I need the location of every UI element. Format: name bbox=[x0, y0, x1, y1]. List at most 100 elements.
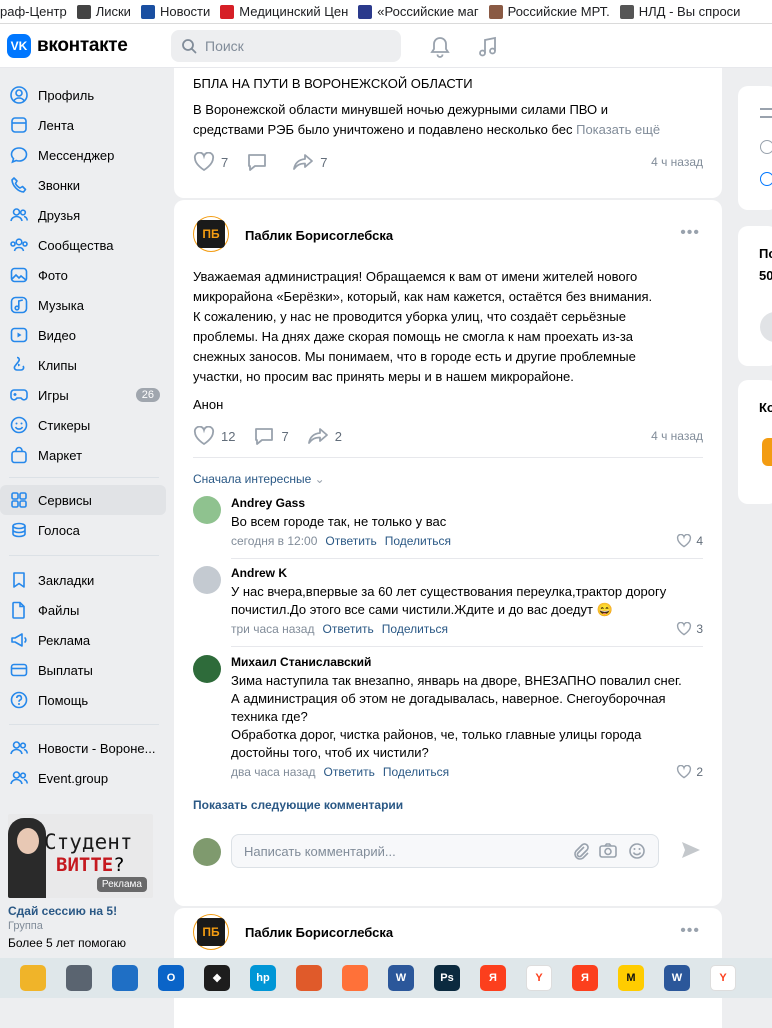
yandex-icon[interactable]: Я bbox=[480, 965, 506, 991]
bookmark-item[interactable]: НЛД - Вы спроси bbox=[620, 4, 741, 19]
bookmark-item[interactable]: раф-Центр bbox=[0, 4, 67, 19]
sidebar-item[interactable]: Сообщества bbox=[0, 230, 166, 260]
hp-icon[interactable]: hp bbox=[250, 965, 276, 991]
music-note-icon[interactable] bbox=[478, 36, 498, 58]
dropbox-icon[interactable]: ❖ bbox=[204, 965, 230, 991]
sidebar-item[interactable]: Новости - Вороне... bbox=[0, 733, 166, 763]
share-comment-button[interactable]: Поделиться bbox=[382, 622, 448, 636]
bookmark-item[interactable]: Новости bbox=[141, 4, 210, 19]
sidebar-item[interactable]: Голоса bbox=[0, 515, 166, 545]
post-author[interactable]: Паблик Борисоглебска bbox=[245, 925, 393, 940]
reply-button[interactable]: Ответить bbox=[322, 622, 373, 636]
file-explorer-icon[interactable] bbox=[20, 965, 46, 991]
search-input[interactable]: Поиск bbox=[171, 30, 401, 62]
comment-like-button[interactable]: 3 bbox=[676, 622, 703, 636]
sidebar-item[interactable]: Выплаты bbox=[0, 655, 166, 685]
emoji-icon[interactable] bbox=[628, 842, 646, 863]
sidebar-item[interactable]: Музыка bbox=[0, 290, 166, 320]
sidebar-item[interactable]: Стикеры bbox=[0, 410, 166, 440]
store-icon[interactable] bbox=[112, 965, 138, 991]
bookmark-item[interactable]: Российские МРТ. bbox=[489, 4, 610, 19]
comment-author[interactable]: Andrew K bbox=[231, 566, 287, 580]
show-more-link[interactable]: Показать ещё bbox=[576, 122, 660, 137]
sidebar-item[interactable]: Звонки bbox=[0, 170, 166, 200]
bell-icon[interactable] bbox=[430, 36, 450, 58]
ad-image[interactable]: Студент ВИТТЕ? Реклама bbox=[8, 814, 153, 898]
send-icon[interactable] bbox=[680, 840, 702, 865]
globe-icon[interactable] bbox=[760, 140, 772, 154]
yandex-browser-icon[interactable]: Y bbox=[710, 965, 736, 991]
comment-time[interactable]: три часа назад bbox=[231, 622, 314, 636]
firefox-icon[interactable] bbox=[342, 965, 368, 991]
outlook-icon[interactable]: O bbox=[158, 965, 184, 991]
attach-icon[interactable] bbox=[572, 842, 590, 863]
sidebar-item-label: Стикеры bbox=[38, 418, 90, 433]
comment-time[interactable]: два часа назад bbox=[231, 765, 316, 779]
info-icon[interactable] bbox=[760, 172, 772, 186]
bookmark-item[interactable]: Медицинский Цен bbox=[220, 4, 348, 19]
vk-logo[interactable]: VK вконтакте bbox=[7, 34, 128, 58]
post-author[interactable]: Паблик Борисоглебска bbox=[245, 228, 393, 243]
sidebar-item[interactable]: Друзья bbox=[0, 200, 166, 230]
sidebar-item[interactable]: Реклама bbox=[0, 625, 166, 655]
yandex-icon[interactable]: Я bbox=[572, 965, 598, 991]
sidebar-ad[interactable]: Студент ВИТТЕ? Реклама Сдай сессию на 5!… bbox=[8, 814, 154, 950]
like-button[interactable]: 7 bbox=[193, 152, 228, 172]
sidebar-item[interactable]: Профиль bbox=[0, 80, 166, 110]
comment-like-button[interactable]: 2 bbox=[676, 765, 703, 779]
sidebar-item[interactable]: Видео bbox=[0, 320, 166, 350]
calculator-icon[interactable] bbox=[66, 965, 92, 991]
logo-text: вконтакте bbox=[37, 35, 128, 57]
sidebar-item[interactable]: Игры26 bbox=[0, 380, 166, 410]
comments-sort-dropdown[interactable]: Сначала интересные ⌄ bbox=[193, 472, 325, 486]
share-comment-button[interactable]: Поделиться bbox=[383, 765, 449, 779]
comment-author[interactable]: Михаил Станиславский bbox=[231, 655, 371, 669]
yandex-market-icon[interactable]: M bbox=[618, 965, 644, 991]
word-icon[interactable]: W bbox=[664, 965, 690, 991]
share-button[interactable]: 7 bbox=[292, 152, 327, 172]
menu-icon[interactable] bbox=[760, 108, 772, 118]
sidebar-item[interactable]: Файлы bbox=[0, 595, 166, 625]
sidebar-item[interactable]: Фото bbox=[0, 260, 166, 290]
comment-button[interactable] bbox=[246, 152, 274, 172]
sidebar-item-label: Маркет bbox=[38, 448, 82, 463]
avatar[interactable] bbox=[193, 655, 221, 683]
sidebar-item[interactable]: Лента bbox=[0, 110, 166, 140]
sidebar-item[interactable]: Закладки bbox=[0, 565, 166, 595]
comment-button[interactable]: 7 bbox=[253, 426, 288, 446]
bookmark-item[interactable]: «Российские маг bbox=[358, 4, 478, 19]
show-more-comments-link[interactable]: Показать следующие комментарии bbox=[193, 798, 403, 812]
reply-button[interactable]: Ответить bbox=[324, 765, 375, 779]
photoshop-icon[interactable]: Ps bbox=[434, 965, 460, 991]
comment-time[interactable]: сегодня в 12:00 bbox=[231, 534, 317, 548]
comment-author[interactable]: Andrey Gass bbox=[231, 496, 305, 510]
more-options-icon[interactable]: ••• bbox=[680, 922, 700, 940]
more-options-icon[interactable]: ••• bbox=[680, 224, 700, 242]
sidebar-item[interactable]: Мессенджер bbox=[0, 140, 166, 170]
sidebar-item[interactable]: Клипы bbox=[0, 350, 166, 380]
avatar[interactable] bbox=[193, 496, 221, 524]
red-cross-icon bbox=[220, 5, 234, 19]
comment-like-button[interactable]: 4 bbox=[676, 534, 703, 548]
sidebar-item[interactable]: Маркет bbox=[0, 440, 166, 470]
comment-input[interactable]: Написать комментарий... bbox=[231, 834, 659, 868]
sidebar-item[interactable]: Помощь bbox=[0, 685, 166, 715]
yandex-browser-icon[interactable]: Y bbox=[526, 965, 552, 991]
like-button[interactable]: 12 bbox=[193, 426, 235, 446]
avatar[interactable] bbox=[193, 566, 221, 594]
comment-text-line: достойны того, чтоб их чистили? bbox=[231, 744, 701, 762]
word-icon[interactable]: W bbox=[388, 965, 414, 991]
reply-button[interactable]: Ответить bbox=[325, 534, 376, 548]
sidebar-divider bbox=[9, 555, 159, 556]
camera-icon[interactable] bbox=[598, 842, 618, 863]
sidebar-item[interactable]: Сервисы bbox=[0, 485, 166, 515]
sidebar-item[interactable]: Event.group bbox=[0, 763, 166, 793]
community-avatar[interactable]: ПБ bbox=[193, 216, 229, 252]
bookmark-label: НЛД - Вы спроси bbox=[639, 4, 741, 19]
share-comment-button[interactable]: Поделиться bbox=[385, 534, 451, 548]
bookmark-item[interactable]: Лиски bbox=[77, 4, 131, 19]
ad-title[interactable]: Сдай сессию на 5! bbox=[8, 904, 154, 918]
share-button[interactable]: 2 bbox=[307, 426, 342, 446]
community-avatar[interactable]: ПБ bbox=[193, 914, 229, 950]
paint-icon[interactable] bbox=[296, 965, 322, 991]
